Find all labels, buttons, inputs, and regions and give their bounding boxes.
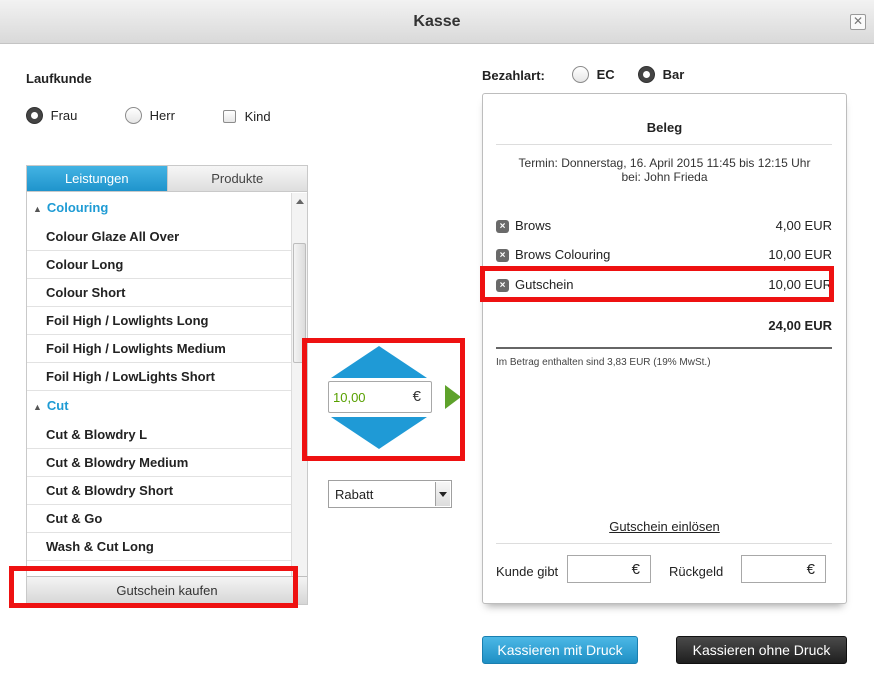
title-bar: Kasse ✕ bbox=[0, 0, 874, 44]
window-title: Kasse bbox=[413, 13, 461, 30]
receipt-line-name: Brows Colouring bbox=[515, 247, 611, 262]
divider bbox=[496, 543, 832, 544]
radio-unselected-icon[interactable] bbox=[572, 66, 589, 84]
list-item[interactable]: Cut & Blowdry Medium bbox=[27, 449, 292, 477]
radio-herr[interactable]: Herr bbox=[125, 107, 175, 125]
checkout-with-print-button[interactable]: Kassieren mit Druck bbox=[482, 636, 638, 664]
radio-frau-label: Frau bbox=[50, 108, 78, 124]
highlight-box bbox=[480, 266, 834, 302]
checkbox-kind-label: Kind bbox=[244, 109, 271, 125]
list-item[interactable]: Foil High / Lowlights Medium bbox=[27, 335, 292, 363]
list-item[interactable]: Foil High / LowLights Short bbox=[27, 363, 292, 391]
close-icon[interactable]: ✕ bbox=[850, 14, 866, 30]
customer-gives-label: Kunde gibt bbox=[496, 564, 559, 579]
scroll-up-arrow-icon[interactable] bbox=[296, 199, 304, 204]
change-label: Rückgeld bbox=[669, 564, 724, 579]
list-item[interactable]: Cut & Blowdry Short bbox=[27, 477, 292, 505]
total-divider bbox=[496, 347, 832, 349]
receipt-title: Beleg bbox=[646, 120, 683, 135]
radio-selected-icon[interactable] bbox=[638, 66, 655, 84]
euro-icon: € bbox=[631, 561, 640, 578]
category-colouring[interactable]: ▲ Colouring bbox=[27, 193, 292, 223]
remove-icon[interactable]: × bbox=[496, 220, 509, 234]
euro-icon: € bbox=[806, 561, 815, 578]
list-item[interactable]: Foil High / Lowlights Long bbox=[27, 307, 292, 335]
radio-bar-label: Bar bbox=[662, 67, 685, 83]
receipt-line-name: Brows bbox=[515, 218, 552, 233]
receipt-total: 24,00 EUR bbox=[768, 318, 832, 333]
list-item[interactable]: Cut & Blowdry L bbox=[27, 421, 292, 449]
appointment-line: Termin: Donnerstag, 16. April 2015 11:45… bbox=[518, 156, 811, 170]
radio-unselected-icon[interactable] bbox=[125, 107, 142, 125]
highlight-box bbox=[302, 338, 465, 461]
appointment-stylist: bei: John Frieda bbox=[621, 170, 708, 184]
receipt-line: × Brows Colouring 10,00 EUR bbox=[496, 247, 832, 263]
receipt-line-price: 4,00 EUR bbox=[775, 218, 832, 233]
category-label: Cut bbox=[46, 398, 69, 413]
tab-produkte[interactable]: Produkte bbox=[166, 166, 307, 192]
receipt-line: × Brows 4,00 EUR bbox=[496, 218, 832, 234]
list-item[interactable]: Colour Glaze All Over bbox=[27, 223, 292, 251]
collapse-triangle-icon[interactable]: ▲ bbox=[33, 392, 42, 422]
receipt-line-price: 10,00 EUR bbox=[768, 247, 832, 262]
list-item[interactable]: Wash & Cut Long bbox=[27, 533, 292, 561]
divider bbox=[496, 144, 832, 145]
radio-bar[interactable]: Bar bbox=[638, 66, 685, 84]
list-item[interactable]: Cut & Go bbox=[27, 505, 292, 533]
collapse-triangle-icon[interactable]: ▲ bbox=[33, 194, 42, 224]
category-cut[interactable]: ▲ Cut bbox=[27, 391, 292, 421]
remove-icon[interactable]: × bbox=[496, 249, 509, 263]
tab-bar: Leistungen Produkte bbox=[27, 166, 307, 192]
discount-select-value: Rabatt bbox=[335, 487, 374, 502]
service-list-panel: Leistungen Produkte ▲ Colouring Colour Gl… bbox=[26, 165, 308, 605]
category-label: Colouring bbox=[46, 200, 109, 215]
payment-label: Bezahlart: bbox=[482, 68, 545, 83]
radio-frau[interactable]: Frau bbox=[26, 107, 78, 125]
redeem-voucher-link[interactable]: Gutschein einlösen bbox=[482, 519, 847, 534]
checkbox-kind[interactable]: Kind bbox=[223, 108, 271, 124]
tab-leistungen[interactable]: Leistungen bbox=[27, 166, 167, 192]
radio-selected-icon[interactable] bbox=[26, 107, 43, 125]
tax-note: Im Betrag enthalten sind 3,83 EUR (19% M… bbox=[496, 357, 711, 368]
checkout-without-print-button[interactable]: Kassieren ohne Druck bbox=[676, 636, 847, 664]
discount-select[interactable]: Rabatt bbox=[328, 480, 452, 508]
checkbox-icon[interactable] bbox=[223, 110, 236, 124]
service-list: ▲ Colouring Colour Glaze All Over Colour … bbox=[27, 193, 292, 576]
highlight-box bbox=[9, 566, 298, 608]
radio-ec-label: EC bbox=[596, 67, 615, 83]
radio-ec[interactable]: EC bbox=[572, 66, 615, 84]
radio-herr-label: Herr bbox=[149, 108, 175, 124]
list-item[interactable]: Colour Long bbox=[27, 251, 292, 279]
list-item[interactable]: Colour Short bbox=[27, 279, 292, 307]
customer-gives-input[interactable]: € bbox=[567, 555, 651, 583]
customer-heading: Laufkunde bbox=[26, 71, 92, 86]
chevron-down-icon[interactable] bbox=[435, 482, 450, 506]
change-input[interactable]: € bbox=[741, 555, 826, 583]
